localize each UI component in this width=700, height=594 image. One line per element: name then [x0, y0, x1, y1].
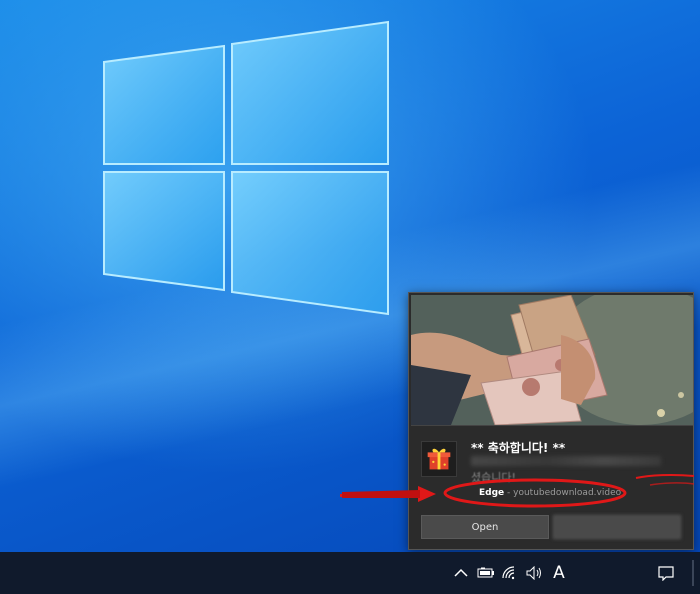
toast-notification[interactable]: ** 축하합니다! ** 셨습니다! Edge - youtubedownloa…	[408, 292, 694, 550]
notification-text-blurred	[471, 456, 661, 466]
windows-logo-wallpaper	[103, 20, 389, 316]
attribution-site: youtubedownload.video	[513, 488, 622, 498]
chevron-up-icon[interactable]	[452, 552, 470, 594]
taskbar: A	[0, 552, 700, 594]
ime-letter: A	[553, 563, 565, 583]
notification-title: ** 축하합니다! **	[471, 441, 566, 455]
gift-box-icon	[421, 441, 457, 477]
volume-icon[interactable]	[524, 552, 546, 594]
wifi-icon[interactable]	[500, 552, 520, 594]
show-desktop-button[interactable]	[692, 560, 694, 586]
hero-image	[411, 295, 693, 425]
toast-divider	[411, 425, 693, 426]
notification-attribution: Edge - youtubedownload.video	[479, 488, 621, 498]
attribution-separator: -	[504, 488, 514, 498]
desktop: ** 축하합니다! ** 셨습니다! Edge - youtubedownloa…	[0, 0, 700, 552]
action-center-icon[interactable]	[654, 552, 678, 594]
secondary-action-button[interactable]	[553, 515, 681, 539]
open-button[interactable]: Open	[421, 515, 549, 539]
notification-body: 셨습니다!	[471, 471, 516, 484]
input-language-indicator[interactable]: A	[548, 552, 570, 594]
attribution-app: Edge	[479, 488, 505, 498]
battery-icon[interactable]	[476, 552, 496, 594]
